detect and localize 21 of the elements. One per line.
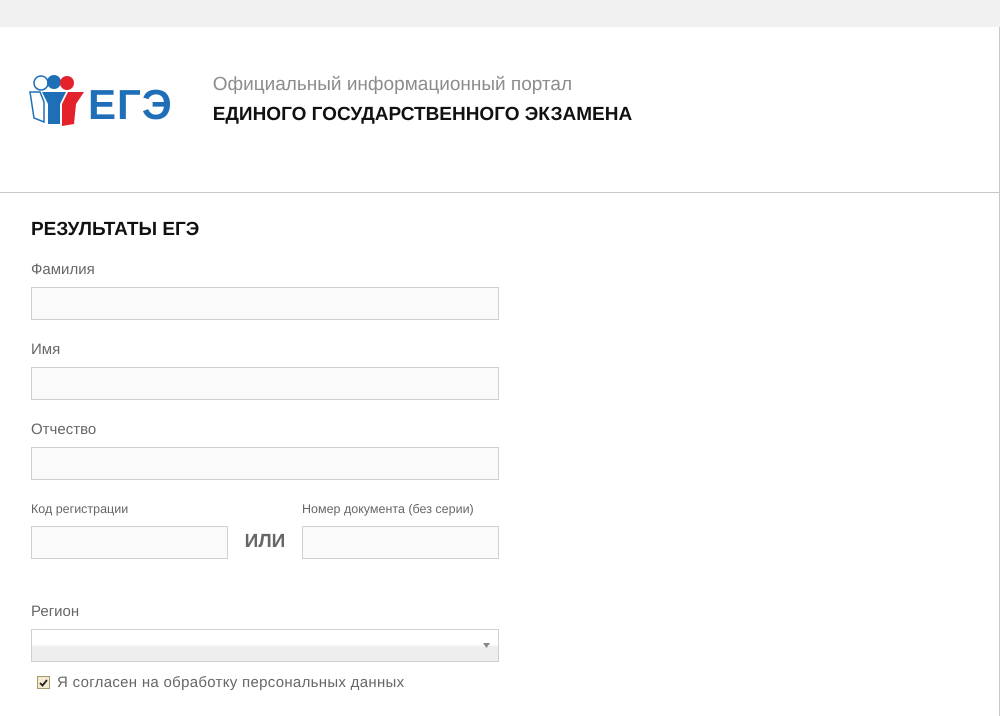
input-field[interactable] — [31, 447, 499, 480]
input-field[interactable] — [31, 526, 228, 559]
consent-label: Я согласен на обработку персональных данных — [57, 674, 404, 691]
input-field[interactable] — [31, 287, 499, 320]
dropdown-caret-icon — [483, 643, 490, 648]
portal-title: ЕДИНОГО ГОСУДАРСТВЕННОГО ЭКЗАМЕНА — [212, 104, 632, 126]
form-heading: РЕЗУЛЬТАТЫ ЕГЭ — [31, 219, 200, 241]
or-separator: ИЛИ — [244, 531, 286, 553]
field-label: Фамилия — [31, 261, 96, 278]
region-select[interactable] — [31, 629, 499, 662]
checkbox[interactable] — [37, 676, 50, 689]
logo-text: ЕГЭ — [88, 84, 173, 126]
field-label: Регион — [31, 603, 80, 620]
field-label: Номер документа (без серии) — [302, 501, 475, 518]
portal-subtitle: Официальный информационный портал — [212, 74, 574, 96]
input-field[interactable] — [31, 367, 499, 400]
field-label: Имя — [31, 341, 62, 358]
input-field[interactable] — [302, 526, 499, 559]
field-label: Отчество — [31, 421, 98, 438]
people-icon — [28, 74, 86, 126]
field-label: Код регистрации — [31, 501, 130, 518]
